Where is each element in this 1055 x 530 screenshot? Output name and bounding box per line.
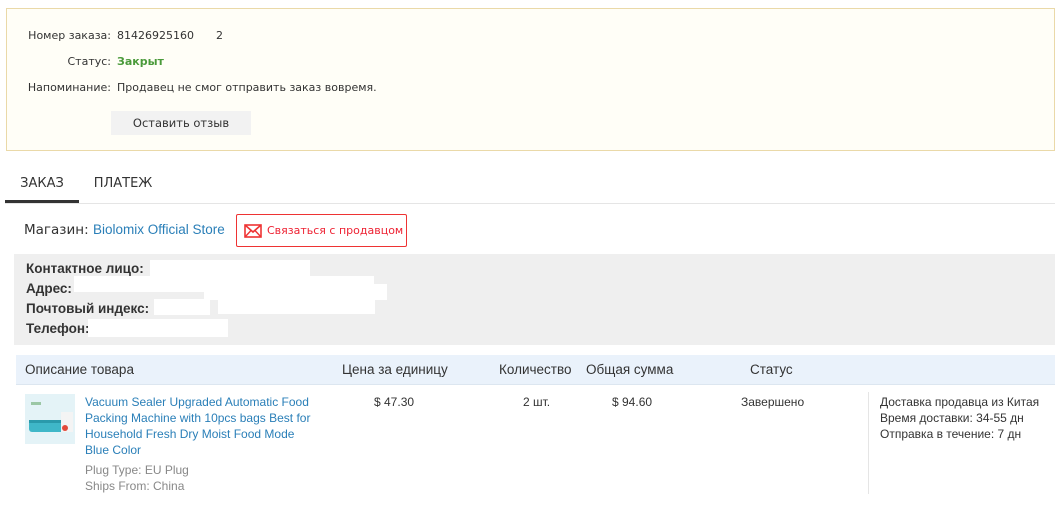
delivery-time: Время доставки: 34-55 дн [880, 411, 1024, 425]
item-unit-price: $ 47.30 [374, 395, 415, 409]
redacted-phone [88, 319, 228, 337]
tab-payment[interactable]: ПЛАТЕЖ [87, 168, 159, 203]
order-status-label: Статус: [67, 55, 111, 68]
order-number-value: 81426925160 [117, 29, 194, 42]
col-quantity: Количество [499, 362, 572, 377]
order-number-suffix: 2 [216, 29, 223, 42]
product-ships-from: Ships From: China [85, 479, 185, 493]
col-total: Общая сумма [586, 362, 674, 377]
contact-person-label: Контактное лицо: [26, 261, 144, 276]
order-number-label: Номер заказа: [28, 29, 111, 42]
redacted-contact [150, 260, 310, 276]
envelope-icon [244, 224, 262, 238]
items-table-header: Описание товара Цена за единицу Количест… [16, 355, 1055, 385]
shipping-method: Доставка продавца из Китая [880, 395, 1040, 409]
product-title-link[interactable]: Vacuum Sealer Upgraded Automatic Food Pa… [85, 394, 320, 458]
order-status-row: Статус: Закрыт [7, 54, 1047, 70]
product-plug-type: Plug Type: EU Plug [85, 463, 189, 477]
store-label: Магазин: [24, 222, 89, 238]
postal-code-label: Почтовый индекс: [26, 301, 150, 316]
col-unit-price: Цена за единицу [342, 362, 448, 377]
row-divider [868, 392, 869, 494]
col-status: Статус [750, 362, 793, 377]
order-reminder-value: Продавец не смог отправить заказ вовремя… [117, 81, 377, 94]
order-reminder-label: Напоминание: [27, 81, 111, 94]
contact-seller-button[interactable]: Связаться с продавцом [236, 214, 407, 247]
item-quantity: 2 шт. [523, 395, 551, 409]
phone-label: Телефон: [26, 321, 90, 336]
order-summary-panel: Номер заказа: 81426925160 2 Статус: Закр… [6, 8, 1055, 151]
order-status-value: Закрыт [117, 55, 164, 68]
order-reminder-row: Напоминание: Продавец не смог отправить … [7, 80, 1047, 96]
order-number-row: Номер заказа: 81426925160 2 [7, 28, 1047, 44]
address-label: Адрес: [26, 281, 72, 296]
dispatch-time: Отправка в течение: 7 дн [880, 427, 1022, 441]
address-panel: Контактное лицо: Адрес: Почтовый индекс:… [14, 254, 1055, 345]
tab-order[interactable]: ЗАКАЗ [5, 168, 79, 203]
leave-review-button[interactable]: Оставить отзыв [111, 111, 251, 135]
vacuum-sealer-image [25, 394, 75, 444]
store-name-link[interactable]: Biolomix Official Store [93, 222, 225, 237]
product-thumbnail[interactable] [25, 394, 75, 444]
redacted-postal [154, 299, 210, 315]
redacted-postal-2 [218, 298, 375, 314]
item-total: $ 94.60 [612, 395, 653, 409]
contact-seller-label: Связаться с продавцом [267, 224, 404, 237]
order-tabs: ЗАКАЗ ПЛАТЕЖ [5, 168, 1055, 204]
item-status: Завершено [741, 395, 805, 409]
col-description: Описание товара [25, 362, 134, 377]
